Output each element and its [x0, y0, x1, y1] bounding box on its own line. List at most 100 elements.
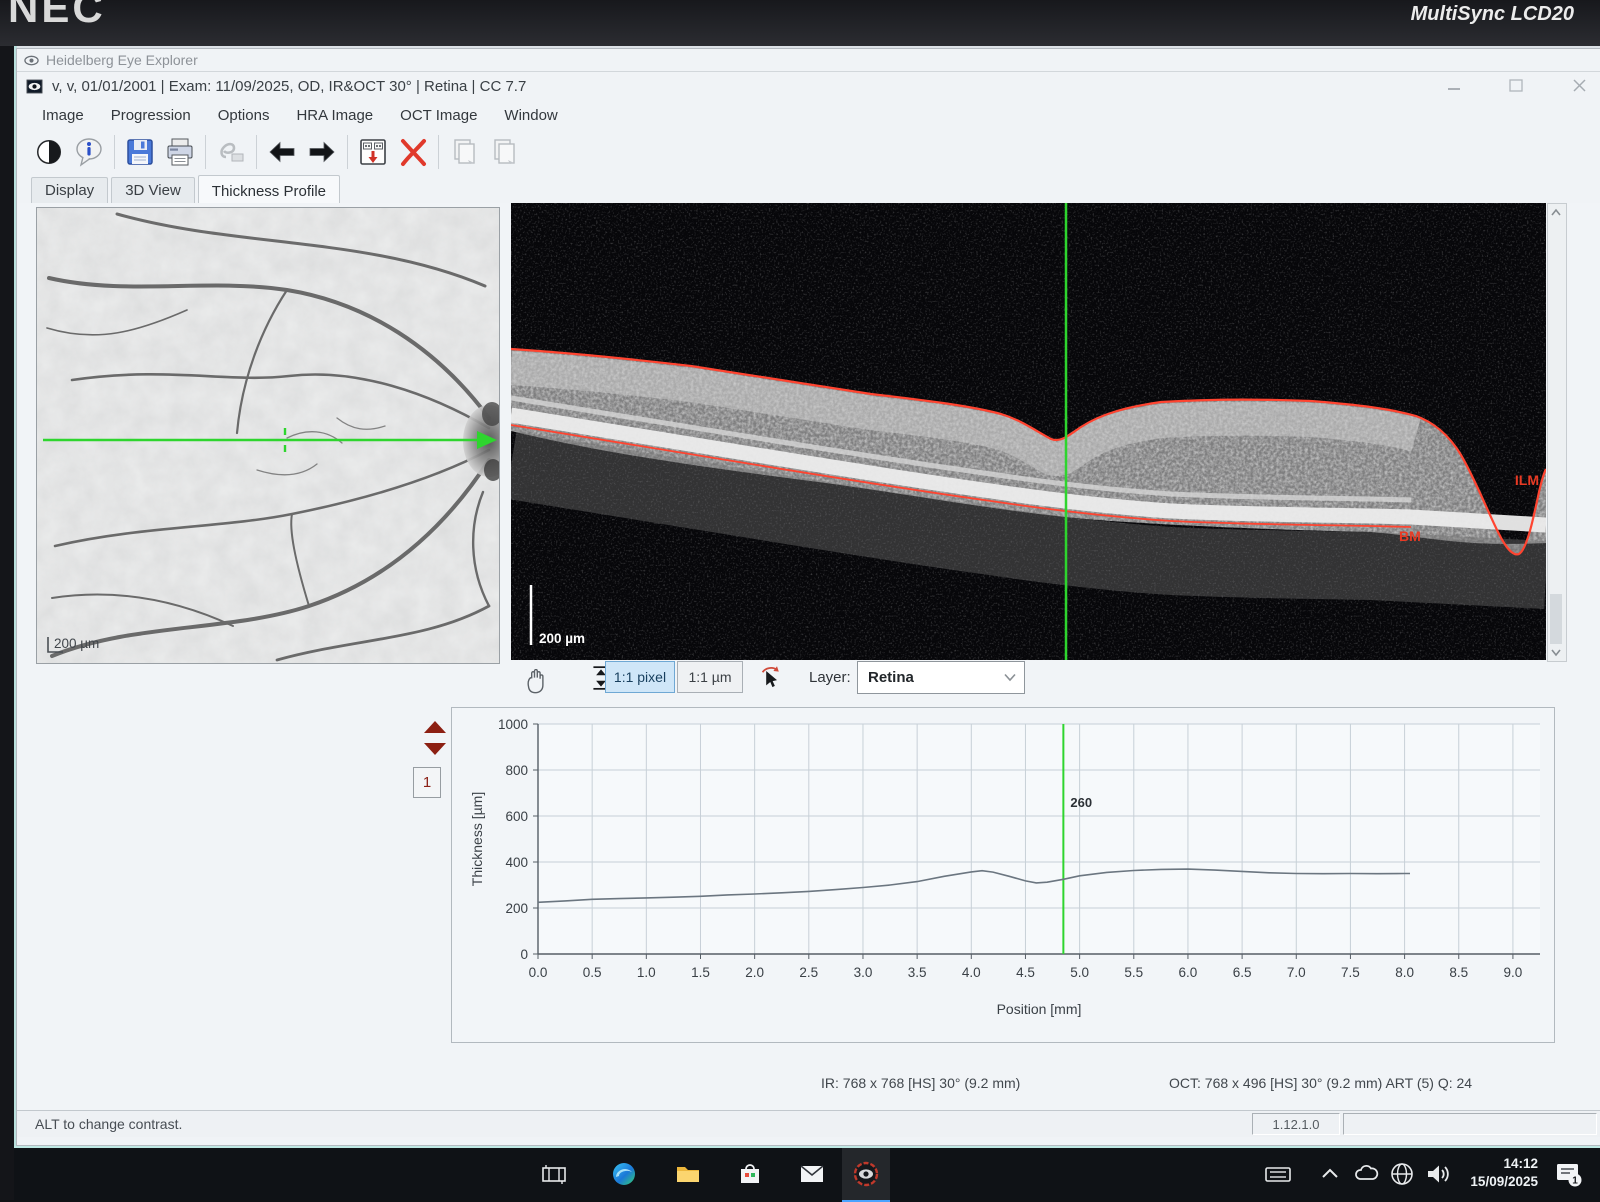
ilm-label: ILM — [1515, 472, 1539, 488]
app-titlebar[interactable]: Heidelberg Eye Explorer — [17, 49, 1600, 72]
x-tick-label: 1.5 — [691, 965, 710, 980]
task-view-icon[interactable] — [540, 1160, 568, 1188]
zoom-1-1-pixel-button[interactable]: 1:1 pixel — [605, 661, 675, 693]
active-app-highlight[interactable] — [842, 1148, 890, 1202]
x-tick-label: 3.0 — [854, 965, 873, 980]
ir-scale-label: 200 µm — [54, 636, 99, 651]
ir-scale-bar: 200 µm — [48, 636, 99, 652]
menu-options[interactable]: Options — [218, 107, 270, 124]
scroll-down-icon[interactable] — [1548, 644, 1564, 660]
file-explorer-icon[interactable] — [674, 1160, 702, 1188]
document-title: v, v, 01/01/2001 | Exam: 11/09/2025, OD,… — [52, 78, 526, 95]
edge-browser-icon[interactable] — [610, 1160, 638, 1188]
status-extra-cell — [1343, 1113, 1597, 1135]
pan-hand-icon[interactable] — [523, 669, 549, 697]
x-tick-label: 3.5 — [908, 965, 927, 980]
layer-label: Layer: — [809, 669, 851, 686]
copy-report-icon[interactable] — [484, 133, 524, 171]
maximize-button[interactable] — [1506, 77, 1526, 95]
store-icon[interactable] — [736, 1160, 764, 1188]
menu-window[interactable]: Window — [504, 107, 557, 124]
oct-scrollbar[interactable] — [1547, 203, 1567, 662]
toolbar-separator — [438, 135, 439, 169]
y-tick-label: 400 — [505, 855, 528, 870]
layer-dropdown[interactable]: Retina — [857, 661, 1025, 694]
monitor-model-label: MultiSync LCD20 — [1411, 3, 1574, 26]
action-center-icon[interactable]: 1 — [1554, 1160, 1582, 1188]
menu-hra-image[interactable]: HRA Image — [296, 107, 373, 124]
touch-keyboard-icon[interactable] — [1264, 1160, 1292, 1188]
toolbar — [17, 130, 1600, 174]
scroll-up-icon[interactable] — [1548, 205, 1564, 221]
tab-display[interactable]: Display — [31, 177, 108, 204]
bscan-spinner[interactable] — [419, 717, 451, 761]
toolbar-separator — [114, 135, 115, 169]
hidden-icons-chevron-icon[interactable] — [1316, 1160, 1344, 1188]
volume-icon[interactable] — [1424, 1160, 1452, 1188]
x-tick-label: 5.5 — [1124, 965, 1143, 980]
x-axis-label: Position [mm] — [997, 1001, 1082, 1017]
forward-arrow-icon[interactable] — [302, 133, 342, 171]
document-titlebar[interactable]: v, v, 01/01/2001 | Exam: 11/09/2025, OD,… — [17, 72, 1600, 100]
clock-time: 14:12 — [1470, 1155, 1538, 1173]
zoom-1-1-um-button[interactable]: 1:1 µm — [677, 661, 743, 693]
heidelberg-eye-explorer-icon[interactable] — [852, 1160, 880, 1188]
thickness-profile-chart[interactable]: 0.00.51.01.52.02.53.03.54.04.55.05.56.06… — [451, 707, 1555, 1043]
menu-image[interactable]: Image — [42, 107, 84, 124]
minimize-button[interactable] — [1445, 77, 1465, 95]
ir-fundus-image[interactable]: 200 µm — [36, 207, 500, 664]
tab-3d-view[interactable]: 3D View — [111, 177, 195, 204]
copy-image-icon[interactable] — [444, 133, 484, 171]
exam-overview-icon[interactable] — [353, 133, 393, 171]
y-tick-label: 1000 — [498, 717, 528, 732]
monitor-brand-logo: NEC — [8, 0, 106, 32]
y-axis-label: Thickness [µm] — [469, 792, 485, 886]
x-tick-label: 4.0 — [962, 965, 981, 980]
x-tick-label: 2.5 — [799, 965, 818, 980]
x-tick-label: 2.0 — [745, 965, 764, 980]
app-title: Heidelberg Eye Explorer — [46, 52, 198, 68]
delete-icon[interactable] — [393, 133, 433, 171]
spinner-up-icon[interactable] — [424, 721, 446, 733]
x-tick-label: 0.0 — [529, 965, 548, 980]
e-signature-icon[interactable] — [211, 133, 251, 171]
monitor-photo: NEC MultiSync LCD20 Heidelberg Eye Explo… — [0, 0, 1600, 1200]
scroll-thumb[interactable] — [1550, 594, 1562, 644]
onedrive-icon[interactable] — [1352, 1160, 1380, 1188]
x-tick-label: 6.5 — [1233, 965, 1252, 980]
x-tick-label: 5.0 — [1070, 965, 1089, 980]
taskbar-clock[interactable]: 14:12 15/09/2025 — [1470, 1155, 1538, 1191]
version-label: 1.12.1.0 — [1252, 1113, 1340, 1135]
oct-scale-label: 200 µm — [539, 631, 585, 646]
close-button[interactable] — [1569, 77, 1589, 95]
menubar: Image Progression Options HRA Image OCT … — [17, 100, 1600, 130]
x-tick-label: 0.5 — [583, 965, 602, 980]
toolbar-separator — [347, 135, 348, 169]
contrast-icon[interactable] — [29, 133, 69, 171]
bscan-index-badge: 1 — [413, 767, 441, 798]
network-globe-icon[interactable] — [1388, 1160, 1416, 1188]
x-tick-label: 8.0 — [1395, 965, 1414, 980]
x-tick-label: 7.5 — [1341, 965, 1360, 980]
bm-label: BM — [1399, 528, 1421, 544]
mail-icon[interactable] — [798, 1160, 826, 1188]
y-tick-label: 800 — [505, 763, 528, 778]
menu-progression[interactable]: Progression — [111, 107, 191, 124]
menu-oct-image[interactable]: OCT Image — [400, 107, 477, 124]
chevron-down-icon — [1003, 670, 1017, 684]
rotate-cursor-icon[interactable] — [759, 665, 783, 689]
print-icon[interactable] — [160, 133, 200, 171]
screen: Heidelberg Eye Explorer v, v, 01/01/2001… — [14, 46, 1600, 1200]
layer-value: Retina — [868, 669, 914, 686]
save-icon[interactable] — [120, 133, 160, 171]
info-icon[interactable] — [69, 133, 109, 171]
app-eye-icon — [24, 53, 39, 68]
tab-thickness-profile[interactable]: Thickness Profile — [198, 175, 340, 205]
oct-bscan-image[interactable]: ILM BM 200 µm — [511, 203, 1546, 660]
document-eye-icon — [26, 78, 43, 95]
notification-badge: 1 — [1572, 1176, 1578, 1187]
back-arrow-icon[interactable] — [262, 133, 302, 171]
spinner-down-icon[interactable] — [424, 743, 446, 755]
heidelberg-app-window: Heidelberg Eye Explorer v, v, 01/01/2001… — [16, 48, 1600, 1146]
profile-chart-svg[interactable]: 0.00.51.01.52.02.53.03.54.04.55.05.56.06… — [452, 708, 1552, 1040]
